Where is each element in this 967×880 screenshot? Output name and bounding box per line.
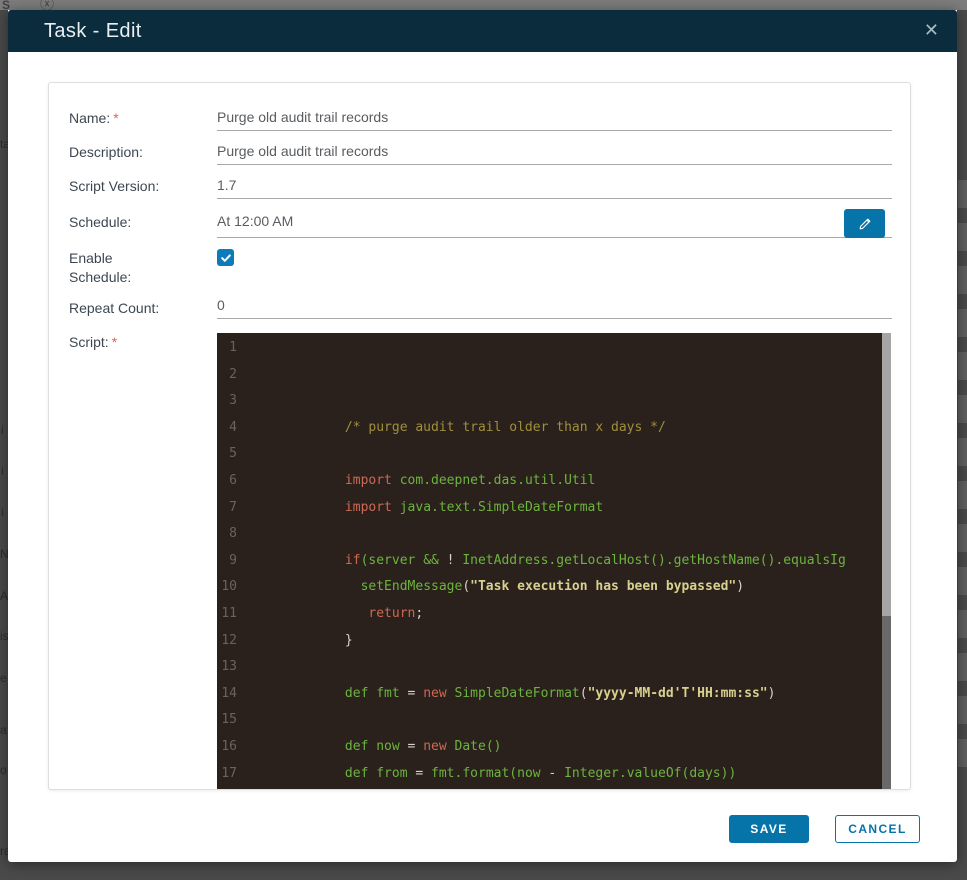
background-fragment: i (1, 505, 4, 519)
background-fragment: o (0, 763, 7, 777)
editor-scrollbar[interactable] (882, 333, 891, 789)
modal-header: Task - Edit ✕ (8, 10, 957, 52)
repeat-count-label: Repeat Count: (69, 300, 160, 316)
line-number: 3 (229, 393, 237, 409)
background-fragment: i (1, 464, 4, 478)
line-number: 2 (229, 366, 237, 382)
code-text: } (251, 632, 353, 648)
line-number: 12 (221, 632, 237, 648)
code-text: def now = new Date() (344, 738, 502, 754)
line-number: 9 (229, 552, 237, 568)
code-text: def from = fmt.format(now - Integer.valu… (344, 765, 737, 781)
line-number: 1 (229, 340, 237, 355)
schedule-edit-button[interactable] (844, 209, 885, 238)
code-text: setEndMessage("Task execution has been b… (360, 579, 745, 595)
line-number: 11 (221, 605, 237, 621)
check-icon (220, 253, 231, 262)
background-fragment: a (0, 723, 7, 737)
description-input[interactable]: Purge old audit trail records (217, 139, 892, 165)
line-number: 5 (229, 446, 237, 462)
code-text: import com.deepnet.das.util.Util (344, 472, 596, 488)
code-line[interactable]: 6 import com.deepnet.das.util.Util (217, 468, 882, 495)
close-icon[interactable]: ✕ (924, 10, 939, 50)
description-label: Description: (69, 144, 143, 160)
code-line[interactable]: 9 if(server && ! InetAddress.getLocalHos… (217, 548, 882, 575)
code-line[interactable]: 3 (217, 388, 882, 415)
code-line[interactable]: 17 def from = fmt.format(now - Integer.v… (217, 761, 882, 788)
line-number: 14 (221, 685, 237, 701)
script-version-input[interactable]: 1.7 (217, 173, 892, 199)
line-number: 15 (221, 712, 237, 728)
cancel-button[interactable]: CANCEL (835, 815, 920, 843)
code-line[interactable]: 16 def now = new Date() (217, 734, 882, 761)
enable-schedule-checkbox[interactable] (217, 249, 234, 266)
background-fragment: e (0, 671, 7, 685)
code-line[interactable]: 1 (217, 335, 882, 362)
repeat-count-input[interactable]: 0 (217, 293, 892, 319)
save-button[interactable]: SAVE (729, 815, 809, 843)
dimmed-background-right (958, 180, 967, 780)
code-lines[interactable]: 1234 /* purge audit trail older than x d… (217, 335, 882, 789)
required-marker: * (111, 334, 118, 350)
pencil-icon (859, 218, 870, 229)
code-line[interactable]: 12 } (217, 628, 882, 655)
code-line[interactable]: 2 (217, 362, 882, 389)
code-text: return; (368, 605, 424, 621)
line-number: 17 (221, 765, 237, 781)
code-line[interactable]: 15 (217, 707, 882, 734)
code-line[interactable]: 7 import java.text.SimpleDateFormat (217, 495, 882, 522)
code-line[interactable]: 5 (217, 441, 882, 468)
line-number: 7 (229, 499, 237, 515)
code-line[interactable]: 10 setEndMessage("Task execution has bee… (217, 574, 882, 601)
name-label: Name: * (69, 110, 119, 126)
enable-schedule-label: Enable Schedule: (69, 250, 132, 285)
code-text: import java.text.SimpleDateFormat (344, 499, 604, 515)
schedule-label: Schedule: (69, 214, 132, 230)
line-number: 16 (221, 738, 237, 754)
schedule-input[interactable]: At 12:00 AM (217, 207, 892, 238)
required-marker: * (113, 110, 119, 126)
code-text: if(server && ! InetAddress.getLocalHost(… (344, 552, 846, 568)
code-text: /* purge audit trail older than x days *… (251, 419, 666, 435)
background-fragment: A (0, 589, 9, 603)
code-text: def fmt = new SimpleDateFormat("yyyy-MM-… (344, 685, 776, 701)
task-form-card: Name: * Purge old audit trail records Des… (48, 82, 911, 790)
line-number: 10 (221, 579, 237, 595)
name-input[interactable]: Purge old audit trail records (217, 105, 892, 131)
script-version-label: Script Version: (69, 178, 160, 194)
line-number: 8 (229, 526, 237, 542)
code-line[interactable]: 11 return; (217, 601, 882, 628)
line-number: 6 (229, 472, 237, 488)
code-line[interactable]: 4 /* purge audit trail older than x days… (217, 415, 882, 442)
background-fragment: i (1, 423, 4, 437)
script-code-editor[interactable]: 1234 /* purge audit trail older than x d… (217, 333, 891, 789)
line-number: 4 (229, 419, 237, 435)
modal-title: Task - Edit (44, 20, 142, 42)
editor-scrollbar-thumb[interactable] (882, 333, 891, 616)
line-number: 13 (221, 659, 237, 675)
task-edit-modal: Task - Edit ✕ Name: * Purge old audit tra… (8, 10, 957, 862)
code-line[interactable]: 13 (217, 654, 882, 681)
code-line[interactable]: 14 def fmt = new SimpleDateFormat("yyyy-… (217, 681, 882, 708)
dimmed-background-top (0, 0, 967, 10)
script-label: Script: * (69, 334, 118, 350)
code-line[interactable]: 8 (217, 521, 882, 548)
background-close-icon: ⓧ (40, 0, 54, 12)
